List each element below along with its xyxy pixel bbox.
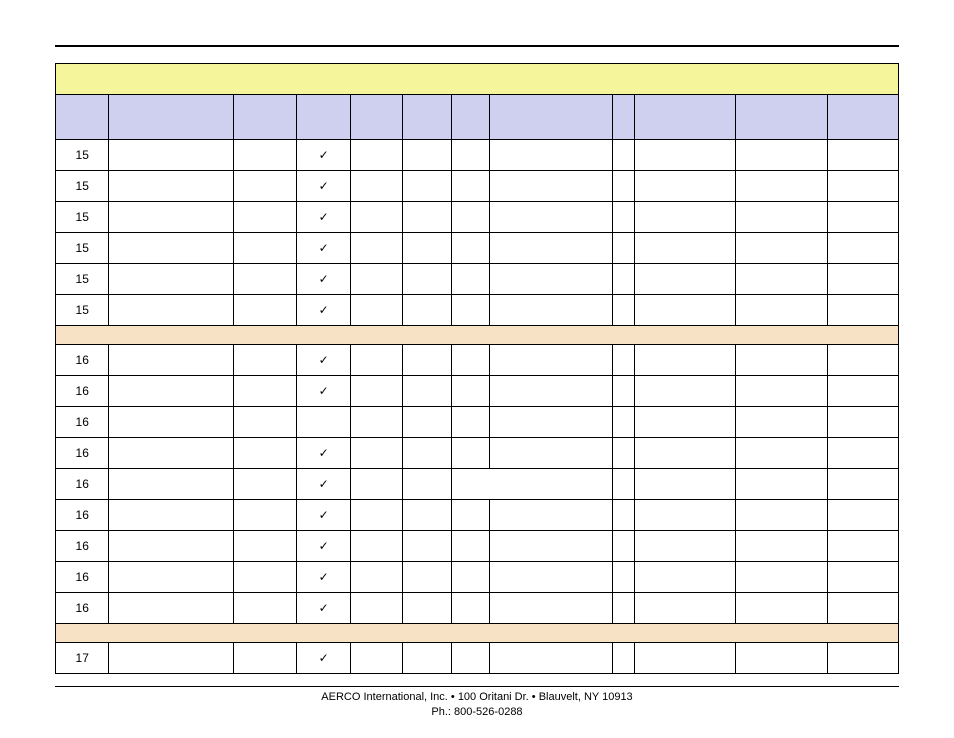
cell-id: 15 (56, 295, 109, 326)
check-icon: ✓ (296, 469, 350, 500)
table-row: 15 ✓ (56, 202, 899, 233)
cell-id: 16 (56, 469, 109, 500)
table-row: 16 ✓ (56, 531, 899, 562)
col-header (351, 95, 402, 140)
table-row: 15 ✓ (56, 140, 899, 171)
check-icon: ✓ (296, 202, 350, 233)
col-header (234, 95, 297, 140)
col-header (109, 95, 234, 140)
title-band (56, 64, 899, 95)
table-row: 15 ✓ (56, 171, 899, 202)
table-row: 16 ✓ (56, 469, 899, 500)
page-top-rule (55, 45, 899, 47)
col-header (296, 95, 350, 140)
cell-id: 16 (56, 407, 109, 438)
table-row: 15 ✓ (56, 233, 899, 264)
table-row: 16 ✓ (56, 593, 899, 624)
check-icon: ✓ (296, 264, 350, 295)
check-icon: ✓ (296, 345, 350, 376)
table-row: 16 ✓ (56, 562, 899, 593)
col-header (489, 95, 612, 140)
cell-id: 16 (56, 376, 109, 407)
table-row: 16 ✓ (56, 500, 899, 531)
col-header (735, 95, 828, 140)
cell-id: 15 (56, 202, 109, 233)
page-footer: AERCO International, Inc. • 100 Oritani … (0, 686, 954, 720)
col-header (634, 95, 735, 140)
check-icon: ✓ (296, 233, 350, 264)
check-icon: ✓ (296, 643, 350, 674)
col-header (402, 95, 451, 140)
footer-line-2: Ph.: 800-526-0288 (0, 705, 954, 720)
col-header (56, 95, 109, 140)
section-divider (56, 624, 899, 643)
cell-id: 16 (56, 438, 109, 469)
table-row: 15 ✓ (56, 264, 899, 295)
check-icon: ✓ (296, 500, 350, 531)
cell-id: 16 (56, 593, 109, 624)
col-header (828, 95, 899, 140)
cell-id: 17 (56, 643, 109, 674)
cell-id: 16 (56, 345, 109, 376)
cell-id: 16 (56, 500, 109, 531)
check-icon: ✓ (296, 531, 350, 562)
cell-id: 15 (56, 171, 109, 202)
col-header (612, 95, 634, 140)
check-icon: ✓ (296, 438, 350, 469)
data-table: 15 ✓ 15 ✓ 15 ✓ 15 ✓ (55, 63, 899, 674)
table-row: 15 ✓ (56, 295, 899, 326)
cell-id: 16 (56, 531, 109, 562)
table-row: 16 ✓ (56, 376, 899, 407)
check-icon: ✓ (296, 376, 350, 407)
check-icon: ✓ (296, 295, 350, 326)
table-row: 17 ✓ (56, 643, 899, 674)
check-icon: ✓ (296, 593, 350, 624)
column-header-row (56, 95, 899, 140)
table-row: 16 ✓ (56, 438, 899, 469)
col-header (452, 95, 489, 140)
check-icon: ✓ (296, 140, 350, 171)
check-icon: ✓ (296, 171, 350, 202)
section-divider (56, 326, 899, 345)
cell-id: 16 (56, 562, 109, 593)
cell-id: 15 (56, 233, 109, 264)
check-icon: ✓ (296, 562, 350, 593)
footer-line-1: AERCO International, Inc. • 100 Oritani … (0, 690, 954, 705)
table-row: 16 (56, 407, 899, 438)
cell-id: 15 (56, 264, 109, 295)
table-row: 16 ✓ (56, 345, 899, 376)
cell-id: 15 (56, 140, 109, 171)
